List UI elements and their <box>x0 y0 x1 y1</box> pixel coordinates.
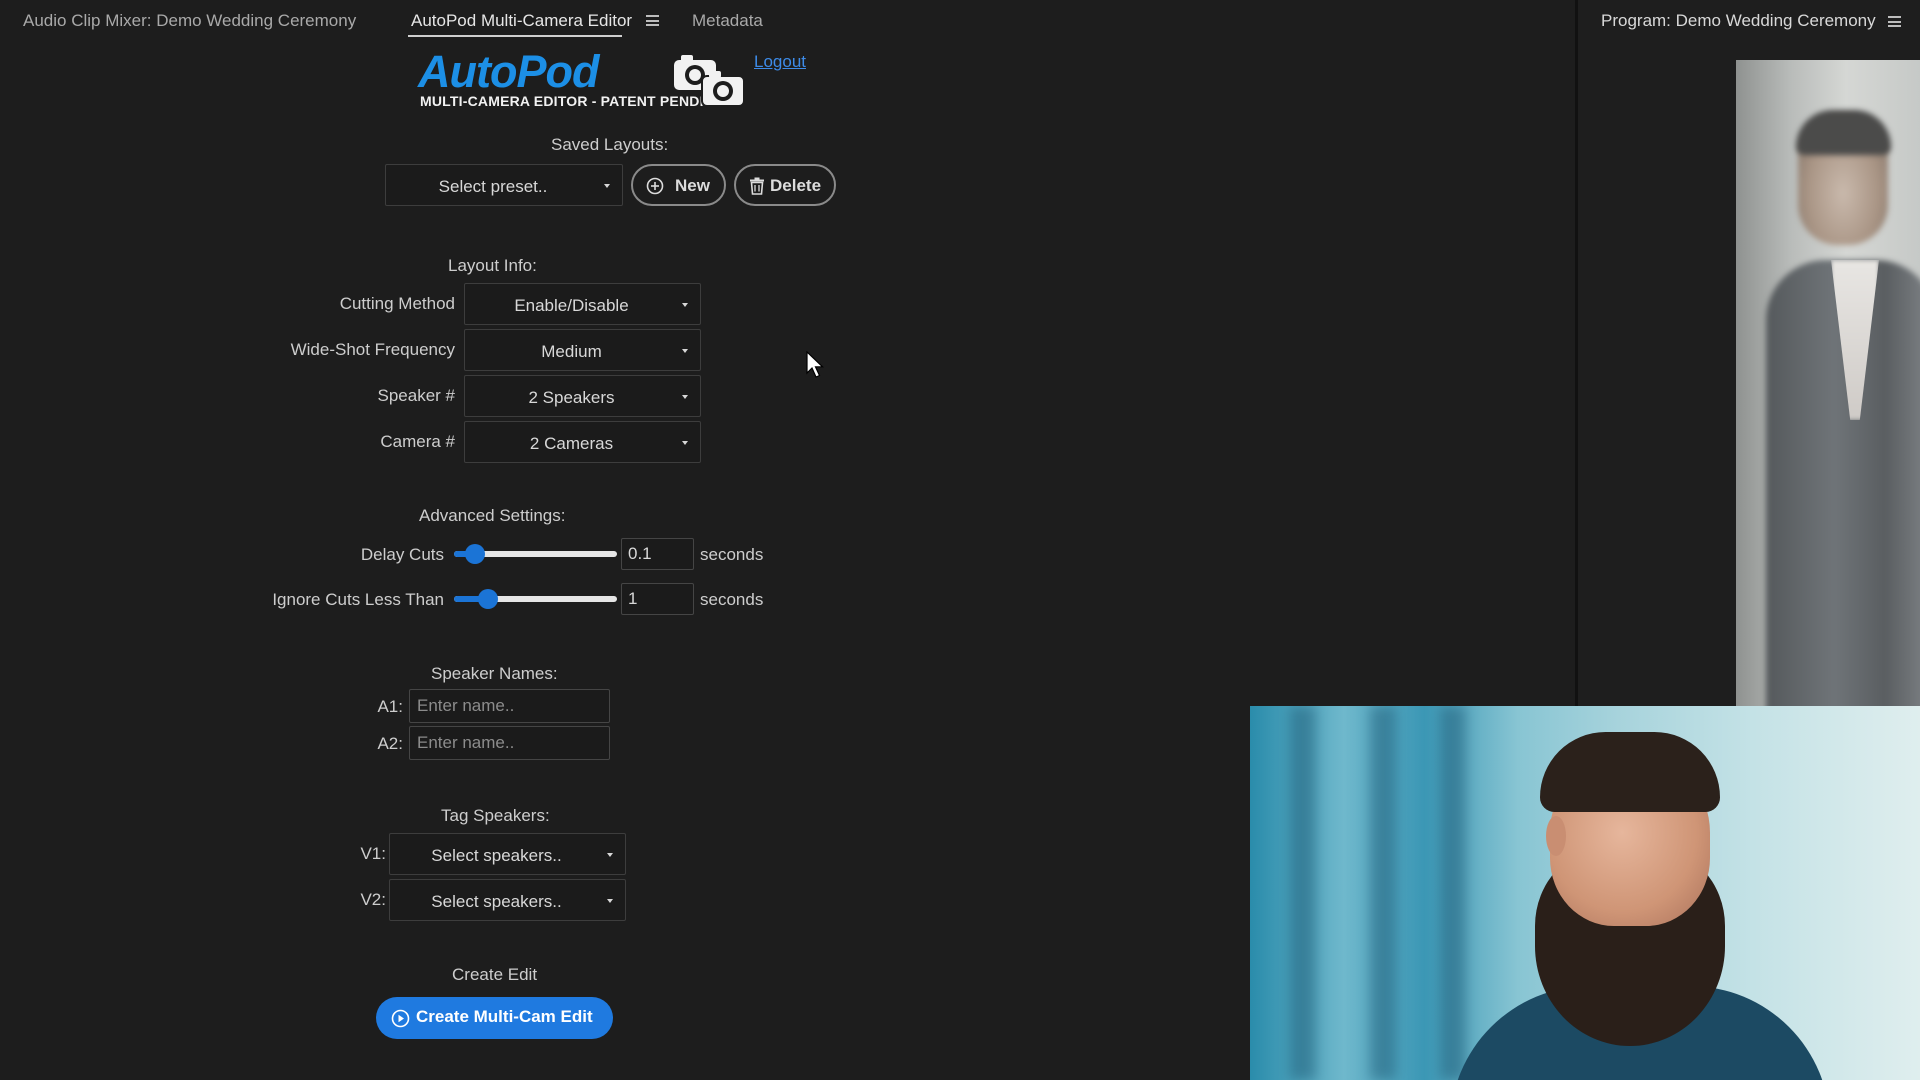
ignore-cuts-unit: seconds <box>700 590 764 609</box>
tab-audio-clip-mixer[interactable]: Audio Clip Mixer: Demo Wedding Ceremony <box>23 11 356 31</box>
wide-shot-frequency-value: Medium <box>541 342 602 361</box>
cutting-method-select[interactable]: Enable/Disable <box>464 283 701 325</box>
chevron-down-icon <box>607 899 613 903</box>
wide-shot-frequency-label: Wide-Shot Frequency <box>290 340 455 359</box>
program-monitor-title[interactable]: Program: Demo Wedding Ceremony <box>1601 11 1876 31</box>
mouse-pointer-icon <box>806 351 824 378</box>
tag-v2-value: Select speakers.. <box>431 892 562 911</box>
webcam-overlay <box>1250 706 1920 1080</box>
speaker-count-label: Speaker # <box>377 386 456 405</box>
speaker-a2-name-input[interactable] <box>409 726 610 760</box>
curtain-fold <box>1370 706 1396 1080</box>
saved-layouts-heading: Saved Layouts: <box>551 135 669 154</box>
slider-thumb[interactable] <box>478 589 498 609</box>
tag-v1-label: V1: <box>360 844 386 863</box>
tag-v2-speakers-select[interactable]: Select speakers.. <box>389 879 626 921</box>
delete-layout-button[interactable]: Delete <box>734 164 836 206</box>
video-groom-hair <box>1796 110 1891 155</box>
tab-metadata[interactable]: Metadata <box>692 11 763 31</box>
cutting-method-value: Enable/Disable <box>514 296 629 315</box>
advanced-settings-heading: Advanced Settings: <box>419 506 566 525</box>
presenter-hair <box>1540 732 1720 812</box>
speaker-a1-name-input[interactable] <box>409 689 610 723</box>
program-video-frame <box>1736 60 1920 706</box>
curtain-fold <box>1440 706 1466 1080</box>
tag-speakers-heading: Tag Speakers: <box>441 806 550 825</box>
tag-v1-speakers-select[interactable]: Select speakers.. <box>389 833 626 875</box>
curtain-fold <box>1290 706 1316 1080</box>
panel-tab-bar: Audio Clip Mixer: Demo Wedding Ceremony … <box>0 0 1575 42</box>
camera-count-value: 2 Cameras <box>529 434 614 453</box>
slider-thumb[interactable] <box>465 544 485 564</box>
presenter-ear <box>1546 816 1566 856</box>
camera-count-select[interactable]: 2 Cameras <box>464 421 701 463</box>
delay-cuts-unit: seconds <box>700 545 764 564</box>
new-layout-button[interactable]: New <box>631 164 726 206</box>
layout-info-heading: Layout Info: <box>448 256 537 275</box>
play-circle-icon <box>391 1009 410 1028</box>
ignore-cuts-slider[interactable] <box>454 589 617 609</box>
chevron-down-icon <box>682 349 688 353</box>
new-layout-label: New <box>675 176 710 195</box>
camera-count-label: Camera # <box>380 432 455 451</box>
chevron-down-icon <box>682 441 688 445</box>
delay-cuts-input[interactable] <box>621 538 694 570</box>
create-multicam-edit-button[interactable]: Create Multi-Cam Edit <box>376 997 613 1039</box>
delay-cuts-slider[interactable] <box>454 544 617 564</box>
create-multicam-edit-label: Create Multi-Cam Edit <box>416 1007 593 1026</box>
logout-link[interactable]: Logout <box>754 52 806 72</box>
preset-select-value: Select preset.. <box>438 177 548 196</box>
ignore-cuts-input[interactable] <box>621 583 694 615</box>
delay-cuts-label: Delay Cuts <box>360 545 444 564</box>
wide-shot-frequency-select[interactable]: Medium <box>464 329 701 371</box>
active-tab-indicator <box>408 35 622 37</box>
program-menu-icon[interactable] <box>1888 16 1901 27</box>
delete-layout-label: Delete <box>770 176 822 195</box>
trash-icon <box>750 177 764 195</box>
cutting-method-label: Cutting Method <box>339 294 455 313</box>
create-edit-heading: Create Edit <box>452 965 538 984</box>
autopod-logo: AutoPod MULTI-CAMERA EDITOR - PATENT PEN… <box>418 46 748 112</box>
tab-autopod-editor[interactable]: AutoPod Multi-Camera Editor <box>411 11 632 31</box>
speaker-names-heading: Speaker Names: <box>431 664 558 683</box>
tag-v1-value: Select speakers.. <box>431 846 562 865</box>
camera-icon <box>674 55 745 107</box>
speaker-count-value: 2 Speakers <box>528 388 615 407</box>
chevron-down-icon <box>682 395 688 399</box>
ignore-cuts-label: Ignore Cuts Less Than <box>272 590 444 609</box>
chevron-down-icon <box>604 184 610 188</box>
speaker-a2-label: A2: <box>377 734 403 753</box>
speaker-count-select[interactable]: 2 Speakers <box>464 375 701 417</box>
chevron-down-icon <box>607 853 613 857</box>
plus-circle-icon <box>646 177 664 195</box>
preset-select[interactable]: Select preset.. <box>385 164 623 206</box>
logo-wordmark: AutoPod <box>418 46 599 97</box>
panel-menu-icon[interactable] <box>646 15 659 26</box>
speaker-a1-label: A1: <box>377 697 403 716</box>
chevron-down-icon <box>682 303 688 307</box>
tag-v2-label: V2: <box>360 890 386 909</box>
